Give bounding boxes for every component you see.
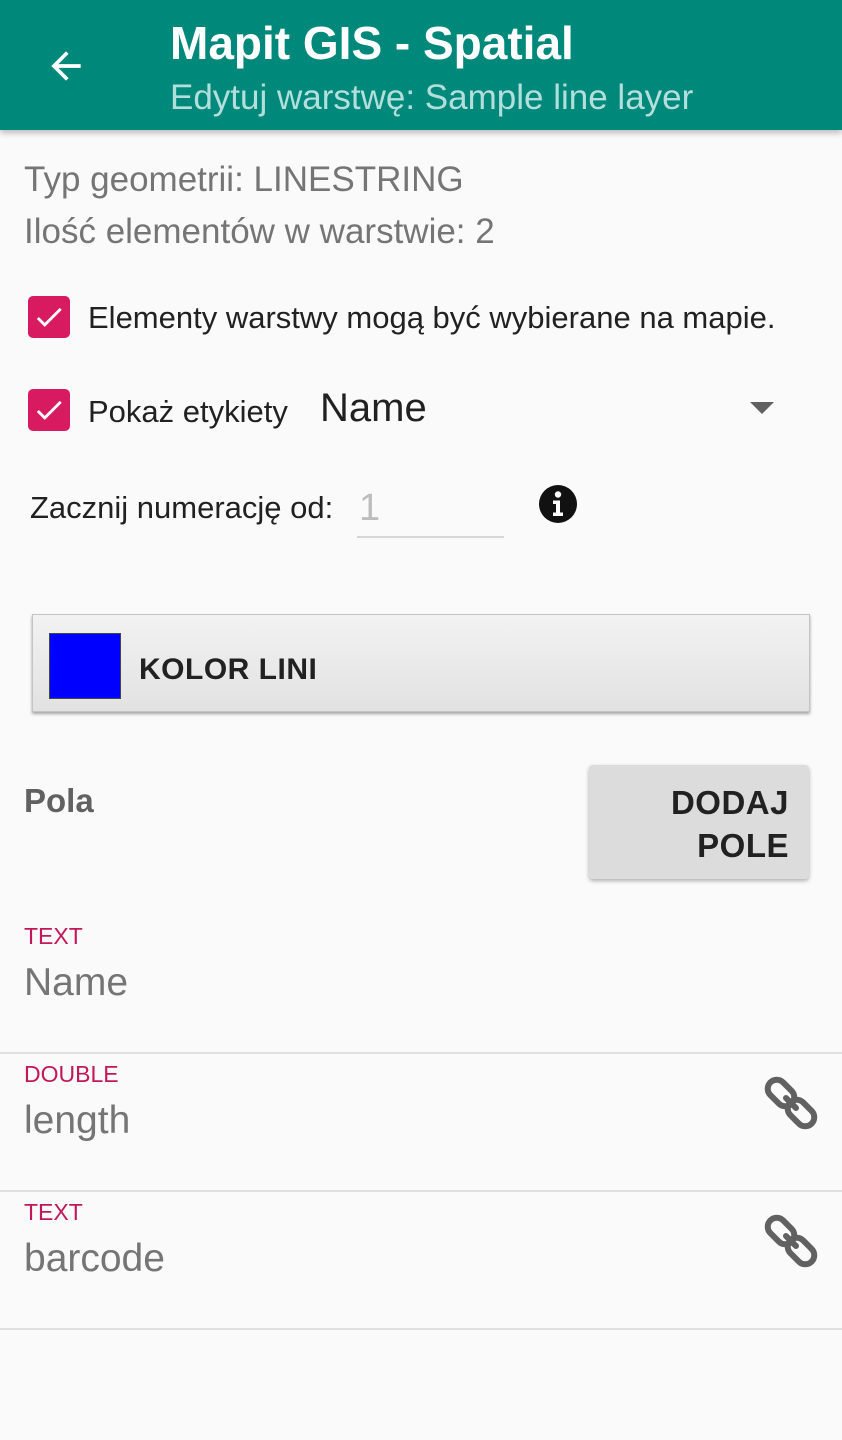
label-field-value: Name xyxy=(320,386,427,430)
add-field-button[interactable]: DODAJ POLE xyxy=(589,765,809,879)
back-button[interactable] xyxy=(36,36,96,96)
link-icon[interactable] xyxy=(763,1213,819,1269)
label-field-dropdown[interactable]: Name xyxy=(320,376,790,440)
show-labels-checkbox[interactable] xyxy=(28,389,70,431)
line-color-label: KOLOR LINI xyxy=(139,653,318,686)
feature-count-text: Ilość elementów w warstwie: 2 xyxy=(24,212,495,251)
numbering-start-label: Zacznij numerację od: xyxy=(30,490,334,525)
color-swatch xyxy=(49,633,121,699)
dropdown-arrow-icon xyxy=(750,402,774,414)
info-icon[interactable] xyxy=(538,484,578,524)
line-color-button[interactable]: KOLOR LINI xyxy=(32,614,810,712)
link-icon[interactable] xyxy=(763,1075,819,1131)
app-subtitle: Edytuj warstwę: Sample line layer xyxy=(170,78,694,117)
app-bar: Mapit GIS - Spatial Edytuj warstwę: Samp… xyxy=(0,0,842,130)
show-labels-label: Pokaż etykiety xyxy=(88,394,288,429)
field-name: barcode xyxy=(24,1237,165,1280)
selectable-label: Elementy warstwy mogą być wybierane na m… xyxy=(88,300,776,335)
selectable-checkbox[interactable] xyxy=(28,296,70,338)
field-row[interactable]: TEXT Name xyxy=(0,915,842,1054)
field-row[interactable]: DOUBLE length xyxy=(0,1053,842,1192)
field-row[interactable]: TEXT barcode xyxy=(0,1191,842,1330)
fields-title: Pola xyxy=(24,782,94,819)
app-title: Mapit GIS - Spatial xyxy=(170,17,574,69)
field-type-label: DOUBLE xyxy=(24,1061,119,1087)
field-type-label: TEXT xyxy=(24,923,83,949)
field-name: Name xyxy=(24,961,129,1004)
field-type-label: TEXT xyxy=(24,1199,83,1225)
check-icon xyxy=(36,400,62,420)
geometry-type-text: Typ geometrii: LINESTRING xyxy=(24,160,464,199)
arrow-left-icon xyxy=(51,51,81,81)
check-icon xyxy=(36,307,62,327)
numbering-start-input[interactable] xyxy=(357,480,504,538)
field-name: length xyxy=(24,1099,131,1142)
